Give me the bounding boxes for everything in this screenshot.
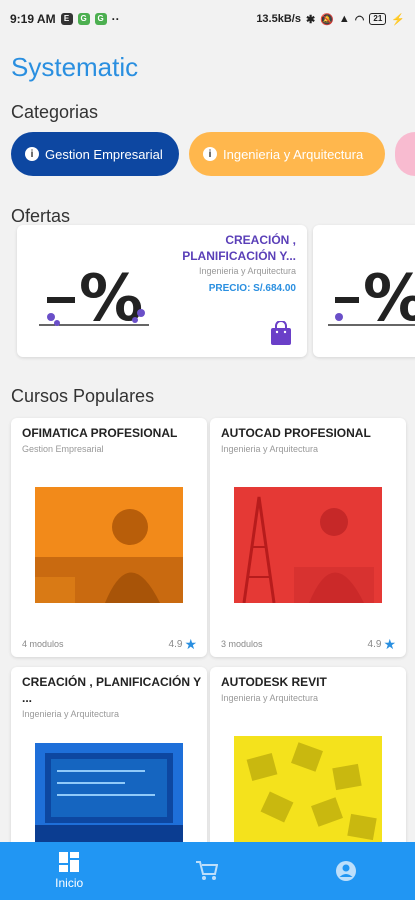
status-bar: 9:19 AM E G G ·· 13.5kB/s ✱ 🔕 ▲ ◠ 21 ⚡ — [0, 0, 415, 38]
star-icon: ★ — [184, 636, 197, 652]
percent-illustration: % — [39, 262, 149, 336]
offer-title: CREACIÓN , PLANIFICACIÓN Y... — [182, 233, 296, 263]
nav-home[interactable]: Inicio — [0, 842, 138, 900]
course-category: Ingenieria y Arquitectura — [22, 709, 120, 719]
network-speed: 13.5kB/s — [256, 13, 301, 25]
course-title: AUTODESK REVIT — [221, 675, 327, 689]
course-modules: 4 modulos — [22, 639, 64, 649]
app-title: Systematic — [11, 52, 139, 82]
status-time: 9:19 AM — [10, 12, 56, 26]
nav-account[interactable] — [277, 842, 415, 900]
info-icon: i — [25, 147, 39, 161]
charging-icon: ⚡ — [391, 13, 405, 26]
course-title: OFIMATICA PROFESIONAL — [22, 426, 178, 440]
offer-category: Ingenieria y Arquitectura — [198, 266, 296, 276]
signal-icon: ▲ — [338, 13, 350, 25]
course-category: Ingenieria y Arquitectura — [221, 444, 319, 454]
offer-price: PRECIO: S/.684.00 — [208, 283, 296, 294]
course-card[interactable]: AUTODESK REVIT Ingenieria y Arquitectura — [210, 667, 406, 867]
nav-cart[interactable] — [138, 842, 276, 900]
bottom-nav: Inicio — [0, 842, 415, 900]
shopping-bag-icon[interactable] — [270, 321, 292, 345]
offer-card[interactable]: % CREACIÓN , PLANIFICACIÓN Y... Ingenier… — [17, 225, 307, 357]
offers-heading: Ofertas — [11, 206, 71, 226]
categories-heading: Categorias — [11, 102, 99, 122]
battery-icon: 21 — [369, 13, 387, 25]
category-label: Ingenieria y Arquitectura — [223, 146, 364, 162]
course-card[interactable]: AUTOCAD PROFESIONAL Ingenieria y Arquite… — [210, 418, 406, 657]
wifi-icon: ◠ — [354, 13, 365, 26]
nav-home-label: Inicio — [55, 876, 84, 890]
course-title: AUTOCAD PROFESIONAL — [221, 426, 371, 440]
course-rating: 4.9 ★ — [367, 636, 396, 652]
notification-icon: G — [94, 13, 107, 25]
course-card[interactable]: OFIMATICA PROFESIONAL Gestion Empresaria… — [11, 418, 207, 657]
course-rating: 4.9 ★ — [168, 636, 197, 652]
category-label: Gestion Empresarial — [45, 146, 163, 162]
category-pill-ingenieria[interactable]: i Ingenieria y Arquitectura — [189, 132, 385, 176]
dashboard-icon — [59, 852, 80, 872]
star-icon: ★ — [383, 636, 396, 652]
category-pill-partial[interactable] — [395, 132, 415, 176]
course-category: Gestion Empresarial — [22, 444, 104, 454]
course-image — [234, 487, 382, 603]
course-image — [35, 743, 183, 843]
notification-icon: G — [77, 13, 90, 25]
more-notifications-icon: ·· — [111, 12, 120, 26]
cart-icon — [196, 861, 219, 880]
offer-card-partial[interactable]: % — [313, 225, 415, 357]
course-card[interactable]: CREACIÓN , PLANIFICACIÓN Y ... Ingenieri… — [11, 667, 207, 867]
category-list: i Gestion Empresarial i Ingenieria y Arq… — [11, 132, 415, 176]
course-category: Ingenieria y Arquitectura — [221, 693, 319, 703]
info-icon: i — [203, 147, 217, 161]
course-image — [234, 736, 382, 846]
percent-illustration: % — [328, 262, 415, 336]
popular-heading: Cursos Populares — [11, 386, 155, 406]
course-modules: 3 modulos — [221, 639, 263, 649]
account-icon — [335, 861, 356, 881]
bluetooth-icon: ✱ — [305, 13, 316, 26]
category-pill-gestion[interactable]: i Gestion Empresarial — [11, 132, 179, 176]
notification-icon: E — [60, 13, 73, 25]
mute-icon: 🔕 — [320, 13, 334, 26]
course-image — [35, 487, 183, 603]
course-title: CREACIÓN , PLANIFICACIÓN Y ... — [22, 675, 201, 705]
